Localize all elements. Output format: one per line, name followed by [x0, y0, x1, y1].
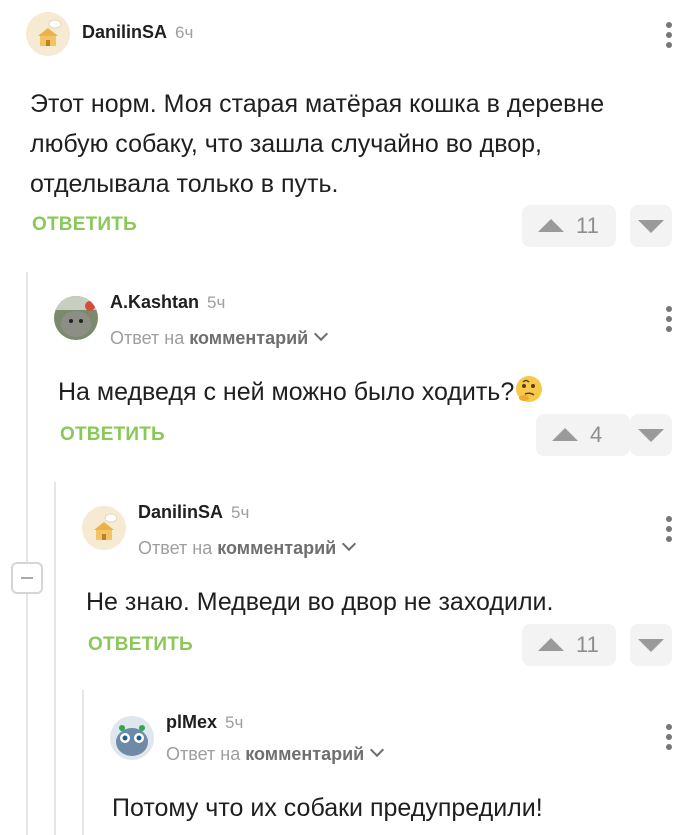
reply-button[interactable]: ОТВЕТИТЬ	[32, 214, 137, 236]
cartoon-cat-avatar-icon	[110, 716, 154, 760]
cook-house-avatar-icon	[82, 506, 126, 550]
downvote-button[interactable]	[630, 414, 672, 456]
comment-text: Потому что их собаки предупредили!	[112, 794, 543, 822]
more-options-icon[interactable]	[666, 724, 672, 754]
vote-score: 4	[590, 422, 603, 447]
comment-text-content: На медведя с ней можно было ходить?	[58, 378, 515, 406]
comment-text: Не знаю. Медведи во двор не заходили.	[86, 588, 554, 616]
arrow-up-icon	[552, 428, 578, 441]
comment-time: 5ч	[231, 503, 250, 522]
comment-header: plMex 5ч	[166, 712, 243, 733]
vote-score: 11	[576, 213, 599, 238]
comment-text: На медведя с ней можно было ходить?	[58, 372, 658, 412]
comment: A.Kashtan 5ч Ответ на комментарий На медв…	[54, 280, 700, 470]
more-options-icon[interactable]	[666, 22, 672, 52]
comment-header: DanilinSA 5ч	[138, 502, 249, 523]
arrow-down-icon	[638, 639, 664, 652]
reply-prefix: Ответ на	[138, 538, 213, 558]
downvote-button[interactable]	[630, 624, 672, 666]
reply-prefix: Ответ на	[110, 328, 185, 348]
comment-header: DanilinSA 6ч	[82, 22, 193, 43]
comment-time: 5ч	[225, 713, 244, 732]
reply-to-link[interactable]: Ответ на комментарий	[166, 742, 385, 765]
chevron-down-icon	[370, 742, 385, 758]
downvote-button[interactable]	[630, 205, 672, 247]
reply-target: комментарий	[189, 328, 309, 348]
arrow-up-icon	[538, 219, 564, 232]
reply-to-link[interactable]: Ответ на комментарий	[110, 326, 329, 349]
reply-target: комментарий	[245, 744, 365, 764]
upvote-button[interactable]: 4	[536, 414, 630, 456]
avatar[interactable]	[54, 296, 98, 340]
chevron-down-icon	[342, 536, 357, 552]
thread-line-level-2	[54, 482, 56, 835]
reply-button[interactable]: ОТВЕТИТЬ	[60, 424, 165, 446]
thinking-face-icon	[516, 376, 543, 402]
comment-time: 5ч	[207, 293, 226, 312]
arrow-down-icon	[638, 220, 664, 233]
reply-target: комментарий	[217, 538, 337, 558]
vote-score: 11	[576, 632, 599, 657]
avatar[interactable]	[82, 506, 126, 550]
thread-line-level-1	[26, 272, 28, 835]
arrow-down-icon	[638, 429, 664, 442]
thread-line-level-3	[82, 690, 84, 835]
author-name[interactable]: DanilinSA	[138, 502, 223, 522]
more-options-icon[interactable]	[666, 306, 672, 336]
chevron-down-icon	[314, 326, 329, 342]
more-options-icon[interactable]	[666, 516, 672, 546]
reply-to-link[interactable]: Ответ на комментарий	[138, 536, 357, 559]
comment: DanilinSA 6ч Этот норм. Моя старая матёра…	[26, 0, 700, 260]
cook-house-avatar-icon	[26, 12, 70, 56]
collapse-thread-button[interactable]	[11, 562, 43, 594]
author-name[interactable]: DanilinSA	[82, 22, 167, 42]
upvote-button[interactable]: 11	[522, 624, 616, 666]
comment-header: A.Kashtan 5ч	[110, 292, 225, 313]
comment: plMex 5ч Ответ на комментарий Потому что …	[110, 700, 700, 835]
avatar[interactable]	[26, 12, 70, 56]
comment: DanilinSA 5ч Ответ на комментарий Не знаю…	[82, 490, 700, 680]
reply-button[interactable]: ОТВЕТИТЬ	[88, 634, 193, 656]
avatar[interactable]	[110, 716, 154, 760]
upvote-button[interactable]: 11	[522, 205, 616, 247]
cat-photo-avatar-icon	[54, 296, 98, 340]
author-name[interactable]: plMex	[166, 712, 217, 732]
comment-text: Этот норм. Моя старая матёрая кошка в де…	[30, 90, 605, 198]
reply-prefix: Ответ на	[166, 744, 241, 764]
comment-time: 6ч	[175, 23, 194, 42]
arrow-up-icon	[538, 638, 564, 651]
author-name[interactable]: A.Kashtan	[110, 292, 199, 312]
